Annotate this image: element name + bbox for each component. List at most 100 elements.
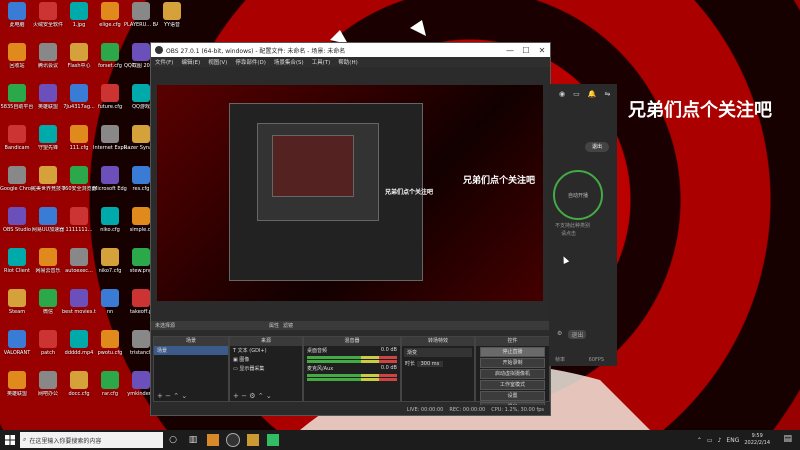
taskbar-app-icon[interactable] bbox=[203, 430, 223, 450]
taskbar-search-input[interactable]: ⌕ 在这里输入你要搜索的内容 bbox=[20, 432, 163, 448]
desktop-icon[interactable]: VALORANT bbox=[0, 330, 34, 370]
desktop-icon[interactable]: 守望先锋 bbox=[31, 125, 65, 165]
desktop-icon[interactable]: OBS Studio bbox=[0, 207, 34, 247]
desktop-icon[interactable]: nn bbox=[93, 289, 127, 329]
up-icon[interactable]: ⌃ bbox=[258, 392, 264, 400]
desktop-icon[interactable]: 回收站 bbox=[0, 43, 34, 83]
desktop-icon[interactable]: 腾讯会议 bbox=[31, 43, 65, 83]
tray-chevron-icon[interactable]: ⌃ bbox=[697, 437, 702, 444]
obs-preview[interactable]: 兄弟们点个关注吧 兄弟们点个关注吧 bbox=[157, 85, 543, 301]
menu-scene-collection[interactable]: 场景集合(S) bbox=[274, 58, 304, 66]
desktop-icon[interactable]: 1.jpg bbox=[62, 2, 96, 42]
notification-icon[interactable]: ▤ bbox=[783, 434, 792, 444]
minimize-icon[interactable]: ▭ bbox=[573, 90, 580, 104]
auto-live-circle[interactable]: 自动开播 bbox=[553, 170, 603, 220]
stop-streaming-button[interactable]: 停止直播 bbox=[480, 347, 545, 357]
remove-source-icon[interactable]: − bbox=[241, 392, 247, 400]
network-icon[interactable]: ▭ bbox=[707, 437, 713, 444]
virtual-camera-button[interactable]: 启动虚拟摄像机 bbox=[480, 369, 545, 379]
menu-view[interactable]: 视图(V) bbox=[208, 58, 227, 66]
desktop-icon[interactable]: PLAYERU... BATTLEGR... bbox=[124, 2, 158, 42]
source-item[interactable]: T 文本 (GDI+) bbox=[230, 346, 302, 355]
transition-select[interactable]: 渐变 bbox=[404, 348, 472, 357]
desktop-icon[interactable]: 360安全浏览器 bbox=[62, 166, 96, 206]
studio-mode-button[interactable]: 工作室模式 bbox=[480, 380, 545, 390]
scene-item[interactable]: 场景 bbox=[154, 346, 228, 355]
minimize-button[interactable]: — bbox=[502, 46, 518, 55]
desktop-icon[interactable]: Riot Client bbox=[0, 248, 34, 288]
record-icon[interactable]: ◉ bbox=[559, 90, 565, 104]
desktop-icon[interactable]: pwotu.cfg bbox=[93, 330, 127, 370]
windows-start-icon[interactable] bbox=[0, 430, 20, 450]
menu-file[interactable]: 文件(F) bbox=[155, 58, 173, 66]
desktop-icon[interactable]: 英雄联盟 bbox=[0, 371, 34, 411]
obs-taskbar-icon[interactable] bbox=[223, 430, 243, 450]
start-recording-button[interactable]: 开始录制 bbox=[480, 358, 545, 368]
desktop-icon[interactable]: 网吧办公 bbox=[31, 371, 65, 411]
desktop-icon-label: niko.cfg bbox=[100, 227, 120, 233]
desktop-icon[interactable]: 111.cfg bbox=[62, 125, 96, 165]
down-icon[interactable]: ⌄ bbox=[181, 392, 187, 400]
share-icon[interactable]: ⇋ bbox=[604, 90, 610, 104]
desktop-icon[interactable]: Microsoft Edge bbox=[93, 166, 127, 206]
desktop-icon[interactable]: Flash中心 bbox=[62, 43, 96, 83]
desktop-icon[interactable]: elige.cfg bbox=[93, 2, 127, 42]
desktop-icon[interactable]: 完美世界竞技平台 bbox=[31, 166, 65, 206]
desktop-icon[interactable]: forset.cfg bbox=[93, 43, 127, 83]
language-indicator[interactable]: ENG bbox=[726, 437, 739, 444]
settings-icon[interactable]: ⚙ bbox=[557, 330, 562, 339]
taskbar-app-icon[interactable] bbox=[263, 430, 283, 450]
desktop-icon[interactable]: Bandicam bbox=[0, 125, 34, 165]
menu-edit[interactable]: 编辑(E) bbox=[181, 58, 200, 66]
source-item[interactable]: ▣ 图像 bbox=[230, 355, 302, 364]
desktop-icon[interactable]: rar.cfg bbox=[93, 371, 127, 411]
desktop-icon[interactable]: YY语音 bbox=[155, 2, 189, 42]
desktop-icon[interactable]: docc.cfg bbox=[62, 371, 96, 411]
desktop-icon[interactable]: Google Chrome bbox=[0, 166, 34, 206]
menu-help[interactable]: 帮助(H) bbox=[338, 58, 357, 66]
properties-button[interactable]: 属性 bbox=[269, 322, 279, 329]
remove-scene-icon[interactable]: − bbox=[165, 392, 171, 400]
desktop-icon[interactable]: best movies.txt bbox=[62, 289, 96, 329]
up-icon[interactable]: ⌃ bbox=[173, 392, 179, 400]
obs-titlebar[interactable]: OBS 27.0.1 (64-bit, windows) - 配置文件: 未命名… bbox=[151, 43, 550, 57]
desktop-icon[interactable]: 5835自助平台 bbox=[0, 84, 34, 124]
cortana-icon[interactable]: ○ bbox=[163, 430, 183, 450]
desktop-icon[interactable]: ddddd.mp4 bbox=[62, 330, 96, 370]
desktop-icon[interactable]: 英雄联盟 bbox=[31, 84, 65, 124]
desktop-icon[interactable]: future.cfg bbox=[93, 84, 127, 124]
desktop-icon[interactable]: niko7.cfg bbox=[93, 248, 127, 288]
desktop-icon[interactable]: 微信 bbox=[31, 289, 65, 329]
desktop-icon[interactable]: Internet Explorer bbox=[93, 125, 127, 165]
panel-tag[interactable]: 退出 bbox=[568, 330, 587, 339]
panel-exit-button[interactable]: 退出 bbox=[585, 142, 609, 152]
filters-button[interactable]: 滤镜 bbox=[283, 322, 293, 329]
bell-icon[interactable]: 🔔 bbox=[588, 90, 597, 104]
add-source-icon[interactable]: + bbox=[233, 392, 239, 400]
desktop-icon[interactable]: 此电脑 bbox=[0, 2, 34, 42]
taskbar-app-icon[interactable] bbox=[243, 430, 263, 450]
duration-input[interactable]: 300 ms bbox=[416, 361, 444, 367]
close-button[interactable]: ✕ bbox=[534, 46, 550, 55]
desktop-icon[interactable]: Steam bbox=[0, 289, 34, 329]
desktop-icon[interactable]: patch bbox=[31, 330, 65, 370]
desktop-icon[interactable]: niko.cfg bbox=[93, 207, 127, 247]
desktop-icon[interactable]: 网易云音乐 bbox=[31, 248, 65, 288]
desktop-icon[interactable]: autoexec... bbox=[62, 248, 96, 288]
desktop-icon[interactable]: 火绒安全软件 bbox=[31, 2, 65, 42]
menu-docks[interactable]: 停靠部件(D) bbox=[235, 58, 266, 66]
settings-gear-icon[interactable]: ⚙ bbox=[249, 392, 255, 400]
obs-window[interactable]: OBS 27.0.1 (64-bit, windows) - 配置文件: 未命名… bbox=[150, 42, 554, 416]
settings-button[interactable]: 设置 bbox=[480, 391, 545, 401]
desktop-icon[interactable]: 网易UU加速器 bbox=[31, 207, 65, 247]
maximize-button[interactable]: ☐ bbox=[518, 46, 534, 55]
menu-tools[interactable]: 工具(T) bbox=[312, 58, 331, 66]
desktop-icon[interactable]: 1111111... bbox=[62, 207, 96, 247]
task-view-icon[interactable]: ▥ bbox=[183, 430, 203, 450]
source-item[interactable]: ▭ 显示器采集 bbox=[230, 364, 302, 373]
add-scene-icon[interactable]: + bbox=[157, 392, 163, 400]
desktop-icon[interactable]: 7Ju4317ag... bbox=[62, 84, 96, 124]
volume-icon[interactable]: ♪ bbox=[718, 437, 722, 444]
clock[interactable]: 9:59 2022/2/14 bbox=[744, 433, 770, 447]
down-icon[interactable]: ⌄ bbox=[266, 392, 272, 400]
